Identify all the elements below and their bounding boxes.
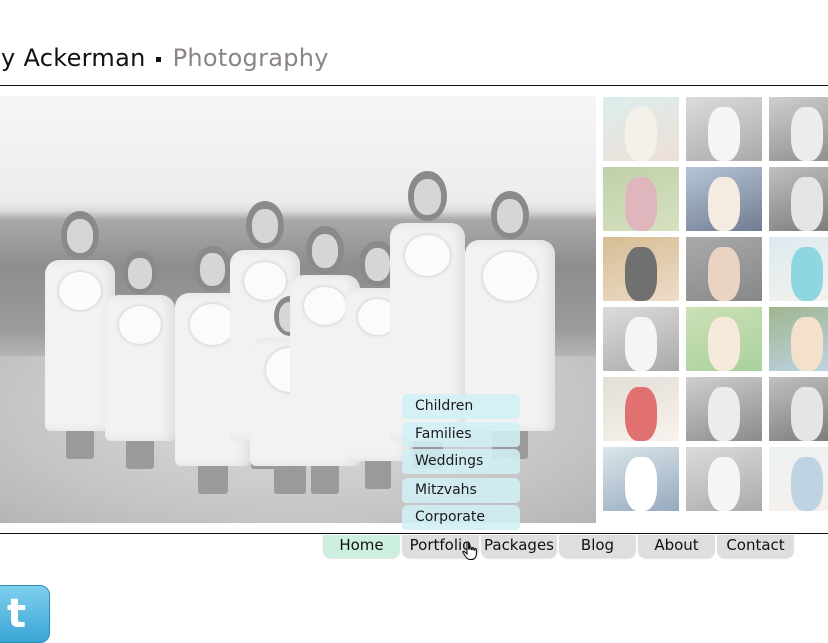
hero-figure-part (126, 439, 154, 469)
thumbnail-subject (625, 247, 657, 301)
portfolio-thumbnail[interactable] (769, 307, 828, 371)
hero-figure-part (496, 198, 524, 233)
hero-child-figure (105, 251, 175, 471)
twitter-button[interactable]: t (0, 585, 50, 643)
hero-figure-part (59, 271, 101, 311)
portfolio-thumbnail[interactable] (603, 237, 679, 301)
portfolio-thumbnail[interactable] (769, 237, 828, 301)
hero-figure-part (128, 257, 152, 289)
portfolio-thumbnail[interactable] (686, 307, 762, 371)
thumbnail-subject (708, 317, 740, 371)
nav-contact[interactable]: Contact (717, 535, 794, 558)
dropdown-item-mitzvahs[interactable]: Mitzvahs (402, 478, 520, 503)
portfolio-thumbnail[interactable] (769, 97, 828, 161)
photographer-name: ay Ackerman (0, 44, 146, 72)
thumbnail-subject (625, 387, 657, 441)
hero-figure-part (311, 233, 339, 268)
nav-packages[interactable]: Packages (481, 535, 557, 558)
portfolio-thumbnail[interactable] (769, 447, 828, 511)
thumbnail-subject (625, 317, 657, 371)
thumbnail-subject (625, 177, 657, 231)
thumbnail-subject (791, 457, 823, 511)
header-divider (0, 85, 828, 86)
dropdown-item-children[interactable]: Children (402, 394, 520, 419)
portfolio-thumbnail[interactable] (686, 377, 762, 441)
portfolio-thumbnail[interactable] (686, 97, 762, 161)
hero-figure-part (66, 218, 94, 253)
nav-home[interactable]: Home (323, 535, 400, 558)
hero-figure-part (119, 305, 161, 345)
thumbnail-subject (708, 107, 740, 161)
hero-figure-part (244, 261, 286, 301)
portfolio-thumbnail[interactable] (603, 97, 679, 161)
hero-figure-part (251, 208, 279, 243)
hero-figure-part (66, 429, 94, 459)
hero-figure-part (311, 464, 339, 494)
portfolio-thumbnail[interactable] (603, 377, 679, 441)
twitter-icon: t (7, 591, 27, 637)
thumbnail-subject (708, 457, 740, 511)
thumbnail-subject (625, 107, 657, 161)
hero-figure-part (413, 178, 442, 215)
portfolio-thumbnail[interactable] (603, 307, 679, 371)
hero-figure-part (483, 251, 537, 302)
thumbnail-subject (791, 317, 823, 371)
thumbnail-subject (625, 457, 657, 511)
hero-figure-part (364, 459, 391, 489)
dropdown-item-families[interactable]: Families (402, 422, 520, 447)
portfolio-thumbnail[interactable] (603, 167, 679, 231)
hero-figure-part (364, 248, 391, 281)
portfolio-thumbnail[interactable] (769, 377, 828, 441)
dropdown-item-weddings[interactable]: Weddings (402, 449, 520, 474)
portfolio-thumbnail[interactable] (686, 237, 762, 301)
hero-figure-part (197, 464, 228, 494)
dropdown-item-corporate[interactable]: Corporate (402, 505, 520, 530)
portfolio-thumbnail[interactable] (686, 447, 762, 511)
thumbnail-subject (791, 387, 823, 441)
thumbnail-subject (708, 177, 740, 231)
site-subtitle: Photography (172, 44, 329, 72)
hero-figure-part (199, 253, 226, 286)
title-separator (155, 56, 161, 62)
hand-cursor-icon (462, 541, 477, 560)
footer-divider (0, 533, 828, 534)
hero-figure-part (405, 234, 450, 277)
hero-figure-part (190, 303, 235, 345)
hero-figure-part (304, 286, 346, 326)
portfolio-thumbnail[interactable] (686, 167, 762, 231)
thumbnail-subject (708, 387, 740, 441)
portfolio-thumbnail[interactable] (603, 447, 679, 511)
site-title[interactable]: ay Ackerman Photography (0, 44, 329, 72)
nav-about[interactable]: About (638, 535, 715, 558)
hero-child-figure (465, 191, 555, 461)
nav-blog[interactable]: Blog (559, 535, 636, 558)
thumbnail-subject (791, 107, 823, 161)
thumbnail-subject (708, 247, 740, 301)
thumbnail-subject (791, 247, 823, 301)
portfolio-thumbnail[interactable] (769, 167, 828, 231)
thumbnail-subject (791, 177, 823, 231)
